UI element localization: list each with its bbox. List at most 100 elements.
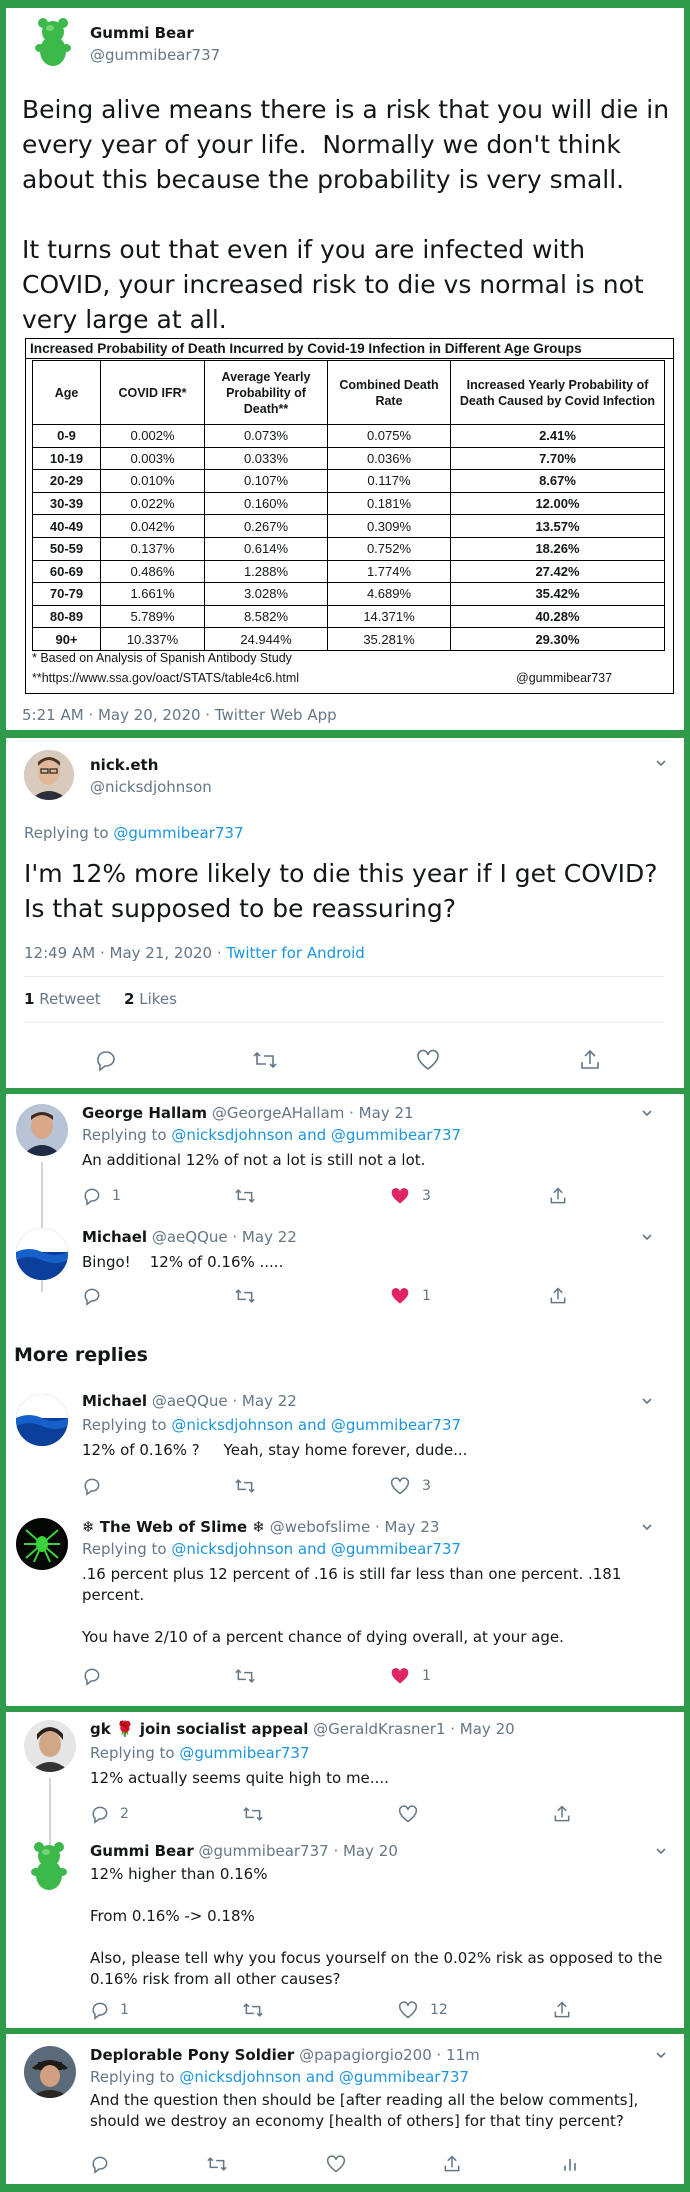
share-icon[interactable] [552, 2000, 572, 2020]
replying-to-link[interactable]: @gummibear737 [179, 1744, 309, 1762]
footnote-1: * Based on Analysis of Spanish Antibody … [32, 651, 292, 665]
col-header: Combined Death Rate [327, 360, 451, 425]
table-cell: 70-79 [32, 582, 101, 606]
like-action[interactable]: 3 [390, 1186, 431, 1206]
table-cell: 8.582% [204, 604, 328, 629]
author-name[interactable]: George Hallam [82, 1104, 207, 1122]
author-name[interactable]: ❄ The Web of Slime ❄ [82, 1518, 265, 1536]
retweet-icon[interactable] [234, 1476, 256, 1496]
like-count: 1 [422, 1288, 431, 1304]
reply-icon [92, 1806, 108, 1824]
chevron-down-icon[interactable] [640, 1520, 654, 1534]
gummi-bear-avatar[interactable] [28, 18, 78, 68]
author-name[interactable]: Gummi Bear [90, 24, 194, 42]
george-avatar[interactable] [16, 1104, 68, 1156]
share-icon[interactable] [548, 1186, 568, 1206]
like-action[interactable]: 1 [390, 1666, 431, 1686]
author-meta[interactable]: @webofslime · May 23 [270, 1518, 440, 1536]
retweet-icon[interactable] [234, 1186, 256, 1206]
nick-tweet-card: nick.eth @nicksdjohnson Replying to @gum… [6, 738, 684, 1088]
reply-action[interactable]: 1 [90, 2000, 129, 2020]
author-name[interactable]: Gummi Bear [90, 1842, 194, 1860]
author-name[interactable]: Michael [82, 1392, 147, 1410]
retweet-icon[interactable] [242, 2000, 264, 2020]
retweet-icon[interactable] [242, 1804, 264, 1824]
chevron-down-icon[interactable] [654, 1844, 668, 1858]
author-name[interactable]: Michael [82, 1228, 147, 1246]
web-of-slime-avatar[interactable] [16, 1518, 68, 1570]
author-handle[interactable]: @nicksdjohnson [90, 778, 212, 796]
share-icon[interactable] [578, 1048, 602, 1072]
author-meta[interactable]: @gummibear737 · May 20 [199, 1842, 398, 1860]
author-meta[interactable]: @papagiorgio200 · 11m [299, 2046, 480, 2064]
timestamp[interactable]: 5:21 AM · May 20, 2020 · Twitter Web App [22, 706, 337, 724]
author-meta[interactable]: @GeorgeAHallam · May 21 [212, 1104, 414, 1122]
pony-soldier-avatar[interactable] [24, 2046, 76, 2098]
reply-icon[interactable] [82, 1476, 102, 1496]
author-meta[interactable]: @aeQQue · May 22 [152, 1228, 297, 1246]
replying-to: Replying to @nicksdjohnson and @gummibea… [82, 1126, 461, 1144]
heart-icon[interactable] [398, 1804, 418, 1824]
share-icon[interactable] [548, 1286, 568, 1306]
author-name[interactable]: nick.eth [90, 756, 158, 774]
replying-to-link[interactable]: @gummibear737 [113, 824, 243, 842]
like-action[interactable]: 3 [390, 1476, 431, 1496]
col-header: COVID IFR* [100, 360, 205, 425]
retweet-icon[interactable] [234, 1666, 256, 1686]
author-meta[interactable]: @GeraldKrasner1 · May 20 [313, 1720, 515, 1738]
author-meta[interactable]: @aeQQue · May 22 [152, 1392, 297, 1410]
author-handle[interactable]: @gummibear737 [90, 46, 220, 64]
reply-icon[interactable] [82, 1666, 102, 1686]
retweet-icon[interactable] [234, 1286, 256, 1306]
chevron-down-icon[interactable] [654, 2048, 668, 2062]
replying-prefix: Replying to [82, 1416, 172, 1434]
table-cell: 0.117% [327, 469, 451, 493]
author-name[interactable]: Deplorable Pony Soldier [90, 2046, 294, 2064]
analytics-icon[interactable] [560, 2154, 580, 2174]
reply-icon[interactable] [82, 1286, 102, 1306]
reply-action[interactable]: 2 [90, 1804, 129, 1824]
table-row: 90+ 10.337% 24.944% 35.281% 29.30% [32, 627, 665, 651]
retweet-icon[interactable] [252, 1048, 278, 1072]
table-row: 10-19 0.003% 0.033% 0.036% 7.70% [32, 446, 665, 471]
replying-to-link[interactable]: @nicksdjohnson and @gummibear737 [179, 2068, 469, 2086]
gummi-bear-avatar[interactable] [24, 1842, 74, 1892]
table-cell: 35.281% [327, 627, 451, 651]
retweets-count: 1 [24, 990, 35, 1008]
like-count: 1 [422, 1668, 431, 1684]
reply-action[interactable]: 1 [82, 1186, 121, 1206]
replying-to-link[interactable]: @nicksdjohnson and @gummibear737 [171, 1416, 461, 1434]
source-link[interactable]: Twitter for Android [226, 944, 364, 962]
likes-stat[interactable]: 2 Likes [124, 990, 177, 1008]
michael-avatar[interactable] [16, 1394, 68, 1446]
chevron-down-icon[interactable] [640, 1106, 654, 1120]
replying-to-link[interactable]: @nicksdjohnson and @gummibear737 [171, 1540, 461, 1558]
table-cell: 3.028% [204, 582, 328, 606]
chevron-down-icon[interactable] [640, 1230, 654, 1244]
chevron-down-icon[interactable] [640, 1394, 654, 1408]
nick-avatar[interactable] [24, 750, 74, 800]
reply-icon[interactable] [94, 1048, 118, 1072]
timestamp-text[interactable]: 12:49 AM · May 21, 2020 · [24, 944, 226, 962]
michael-avatar[interactable] [16, 1228, 68, 1280]
table-cell: 24.944% [204, 627, 328, 651]
chevron-down-icon[interactable] [654, 756, 668, 770]
share-icon[interactable] [442, 2154, 462, 2174]
ifr-table-image[interactable]: Increased Probability of Death Incurred … [25, 338, 674, 694]
like-action[interactable]: 1 [390, 1286, 431, 1306]
table-cell: 30-39 [32, 491, 101, 516]
tweet-text: I'm 12% more likely to die this year if … [24, 859, 666, 923]
replying-to-link[interactable]: @nicksdjohnson and @gummibear737 [171, 1126, 461, 1144]
heart-icon[interactable] [416, 1048, 440, 1072]
retweet-icon[interactable] [206, 2154, 228, 2174]
heart-icon[interactable] [326, 2154, 346, 2174]
table-cell: 0.022% [100, 491, 205, 516]
like-action[interactable]: 12 [398, 2000, 448, 2020]
table-cell: 60-69 [32, 559, 101, 584]
gk-avatar[interactable] [24, 1720, 76, 1772]
table-cell: 27.42% [450, 559, 665, 584]
author-name[interactable]: gk 🌹 join socialist appeal [90, 1720, 308, 1738]
share-icon[interactable] [552, 1804, 572, 1824]
retweets-stat[interactable]: 1 Retweet [24, 990, 101, 1008]
reply-icon[interactable] [90, 2154, 110, 2174]
